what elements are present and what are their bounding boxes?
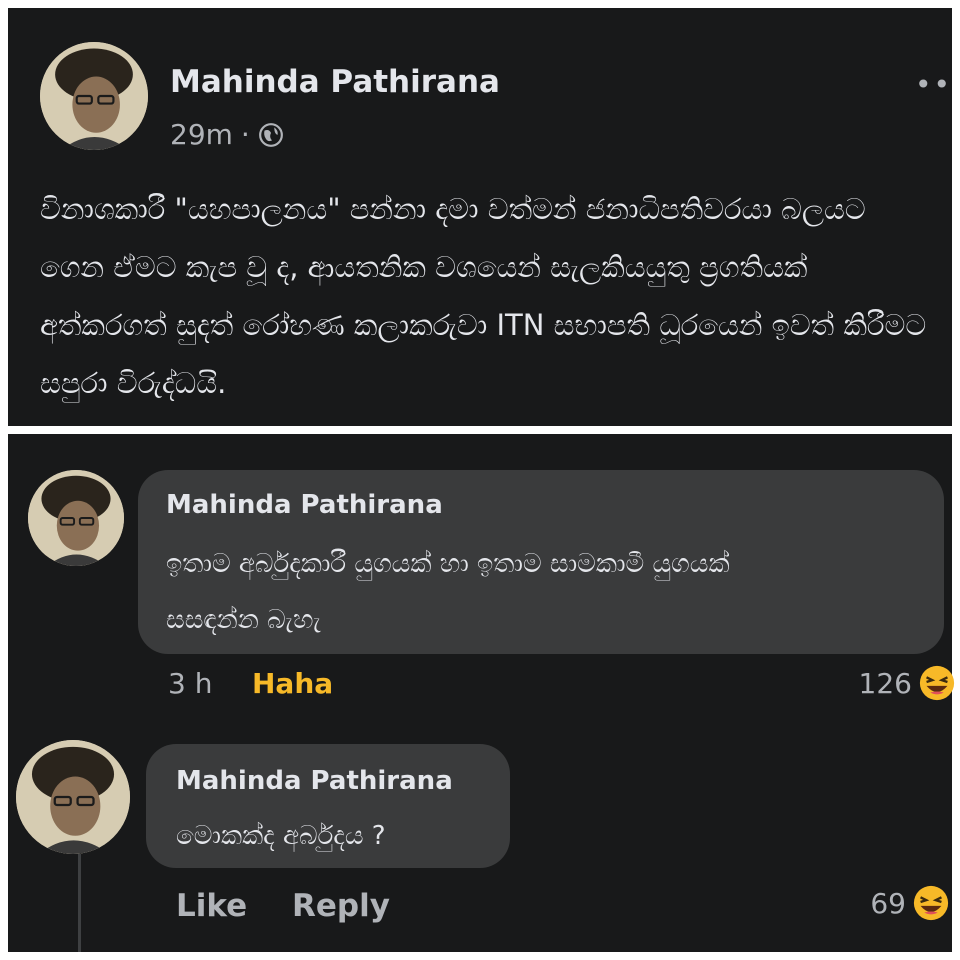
post-meta: 29m ·: [170, 118, 284, 151]
comment-timestamp[interactable]: 3 h: [168, 667, 212, 700]
post-timestamp[interactable]: 29m: [170, 118, 233, 151]
post-author-name[interactable]: Mahinda Pathirana: [170, 64, 500, 100]
like-button[interactable]: Like: [176, 888, 247, 924]
comment-text-line: සසඳන්න බැහැ: [166, 605, 321, 635]
reply-text: මොකක්ද අර්බුදය ?: [176, 821, 386, 851]
haha-emoji-icon: [913, 885, 949, 921]
post-author-avatar[interactable]: [40, 42, 148, 150]
comment-author-avatar[interactable]: [28, 470, 124, 566]
haha-reaction-button[interactable]: Haha: [252, 667, 333, 700]
globe-icon: [258, 122, 283, 147]
comment-author-name[interactable]: Mahinda Pathirana: [166, 490, 443, 520]
haha-emoji-icon: [919, 665, 955, 701]
reply-thread-line: [78, 854, 81, 952]
reaction-count: 69: [870, 886, 906, 920]
comment-text-line: ඉතාම අර්බුදකාරී යුගයක් හා ඉතාම සාමකාමී ය…: [166, 549, 730, 579]
post-card: Mahinda Pathirana 29m · •• විනාශකාරී "යහ…: [8, 8, 952, 426]
reply-author-name[interactable]: Mahinda Pathirana: [176, 766, 453, 796]
reaction-count: 126: [858, 666, 912, 700]
reaction-summary[interactable]: 69: [870, 884, 950, 922]
more-options-icon[interactable]: ••: [915, 68, 952, 101]
reply-bubble: Mahinda Pathirana මොකක්ද අර්බුදය ?: [146, 744, 510, 868]
reply-button[interactable]: Reply: [292, 888, 390, 924]
meta-separator: ·: [240, 118, 250, 151]
comment-bubble: Mahinda Pathirana ඉතාම අර්බුදකාරී යුගයක්…: [138, 470, 944, 654]
reaction-summary[interactable]: 126: [859, 664, 956, 702]
comments-section: Mahinda Pathirana ඉතාම අර්බුදකාරී යුගයක්…: [8, 434, 955, 952]
reply-author-avatar[interactable]: [16, 740, 130, 854]
post-body-text: විනාශකාරී "යහපාලනය" පන්නා දමා වත්මන් ජනා…: [40, 192, 927, 400]
